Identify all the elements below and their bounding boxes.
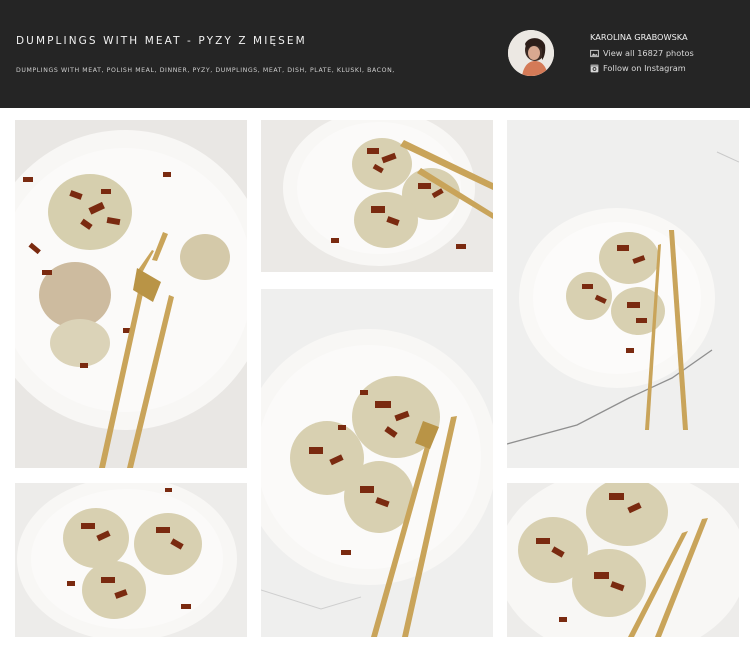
- view-all-photos-link[interactable]: View all 16827 photos: [590, 48, 694, 58]
- photo-1-image: [15, 120, 247, 468]
- photo-header: DUMPLINGS WITH MEAT - PYZY Z MIĘSEM DUMP…: [0, 0, 750, 108]
- author-name[interactable]: KAROLINA GRABOWSKA: [590, 32, 688, 42]
- photo-tags[interactable]: DUMPLINGS WITH MEAT, POLISH MEAL, DINNER…: [16, 67, 395, 74]
- photo-3-image: [507, 120, 739, 468]
- photo-gallery: [0, 108, 750, 656]
- author-avatar[interactable]: [508, 30, 554, 76]
- gallery-photo-1[interactable]: [15, 120, 247, 468]
- photo-6-image: [507, 483, 739, 637]
- gallery-photo-3[interactable]: [507, 120, 739, 468]
- photo-2-image: [261, 120, 493, 272]
- view-all-label: View all 16827 photos: [603, 48, 694, 58]
- gallery-photo-2[interactable]: [261, 120, 493, 272]
- follow-label: Follow on Instagram: [603, 63, 686, 73]
- gallery-photo-5[interactable]: [15, 483, 247, 637]
- gallery-photo-6[interactable]: [507, 483, 739, 637]
- photo-4-image: [261, 289, 493, 637]
- page-title: DUMPLINGS WITH MEAT - PYZY Z MIĘSEM: [16, 35, 307, 47]
- follow-instagram-link[interactable]: Follow on Instagram: [590, 63, 686, 73]
- instagram-icon: [590, 64, 599, 72]
- photo-5-image: [15, 483, 247, 637]
- image-icon: [590, 49, 599, 57]
- gallery-photo-4[interactable]: [261, 289, 493, 637]
- avatar-image: [508, 30, 554, 76]
